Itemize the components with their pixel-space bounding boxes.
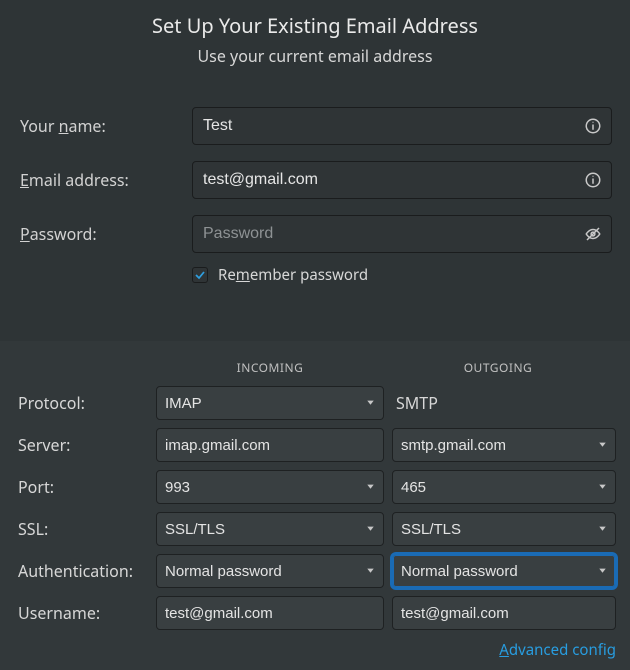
label-username: Username: xyxy=(18,602,156,624)
page-title: Set Up Your Existing Email Address xyxy=(0,12,630,39)
outgoing-auth-select[interactable]: Normal password xyxy=(392,554,616,588)
outgoing-port-input[interactable] xyxy=(392,470,616,504)
outgoing-username-input[interactable] xyxy=(392,596,616,630)
password-input[interactable] xyxy=(192,215,612,253)
label-password: Password: xyxy=(20,223,192,245)
incoming-username-input[interactable] xyxy=(156,596,384,630)
advanced-config-link[interactable]: Advanced config xyxy=(499,640,616,660)
incoming-auth-select[interactable]: Normal password xyxy=(156,554,384,588)
page-subtitle: Use your current email address xyxy=(0,45,630,67)
label-auth: Authentication: xyxy=(18,560,156,582)
eye-off-icon[interactable] xyxy=(584,225,602,243)
incoming-protocol-select[interactable]: IMAP xyxy=(156,386,384,420)
name-input[interactable] xyxy=(192,107,612,145)
remember-label: Remember password xyxy=(218,265,368,285)
outgoing-ssl-select[interactable]: SSL/TLS xyxy=(392,512,616,546)
outgoing-server-input[interactable] xyxy=(392,428,616,462)
label-your-name: Your name: xyxy=(20,115,192,137)
label-ssl: SSL: xyxy=(18,518,156,540)
outgoing-protocol: SMTP xyxy=(392,392,616,414)
outgoing-header: OUTGOING xyxy=(384,359,612,376)
email-input[interactable] xyxy=(192,161,612,199)
label-email: Email address: xyxy=(20,169,192,191)
label-port: Port: xyxy=(18,476,156,498)
label-protocol: Protocol: xyxy=(18,392,156,414)
incoming-server-input[interactable] xyxy=(156,428,384,462)
info-icon[interactable] xyxy=(584,117,602,135)
incoming-port-input[interactable] xyxy=(156,470,384,504)
label-server: Server: xyxy=(18,434,156,456)
remember-checkbox[interactable] xyxy=(192,267,208,283)
incoming-ssl-select[interactable]: SSL/TLS xyxy=(156,512,384,546)
info-icon[interactable] xyxy=(584,171,602,189)
incoming-header: INCOMING xyxy=(156,359,384,376)
